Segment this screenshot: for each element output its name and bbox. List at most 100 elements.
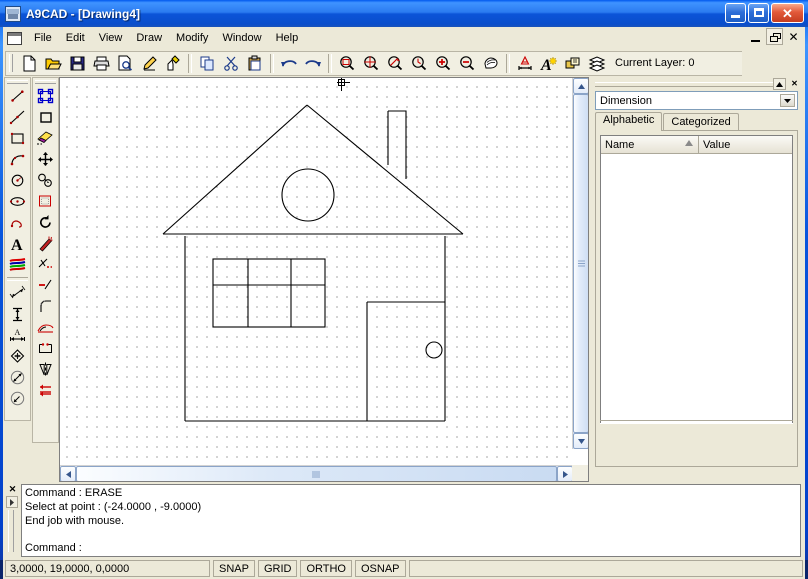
zoom-all-button[interactable]	[359, 52, 383, 75]
tab-categorized[interactable]: Categorized	[663, 113, 738, 131]
mdi-minimize-button[interactable]	[747, 28, 764, 45]
menu-view[interactable]: View	[92, 29, 130, 47]
polyline-button[interactable]	[5, 212, 30, 233]
layer-properties-button[interactable]	[561, 52, 585, 75]
erase-button[interactable]	[33, 107, 58, 128]
scroll-left-button[interactable]	[60, 466, 76, 482]
canvas-horizontal-scrollbar[interactable]	[60, 465, 573, 481]
new-button[interactable]	[17, 52, 41, 75]
menu-help[interactable]: Help	[269, 29, 306, 47]
explode-button[interactable]	[33, 233, 58, 254]
scroll-right-button[interactable]	[557, 466, 573, 482]
layers-button[interactable]	[585, 52, 609, 75]
zoom-window-button[interactable]	[335, 52, 359, 75]
scroll-horizontal-thumb[interactable]	[76, 466, 557, 482]
mdi-document-icon[interactable]	[7, 32, 22, 45]
cut-button[interactable]	[219, 52, 243, 75]
command-input[interactable]: Command :	[21, 540, 801, 557]
command-window-grip[interactable]	[8, 510, 14, 552]
extend-button[interactable]	[33, 275, 58, 296]
menu-file[interactable]: File	[27, 29, 59, 47]
chamfer-button[interactable]	[33, 317, 58, 338]
properties-panel-pin-button[interactable]	[773, 78, 786, 90]
array-button[interactable]	[33, 338, 58, 359]
drawing-canvas-container[interactable]	[59, 77, 589, 482]
scroll-up-button[interactable]	[573, 78, 589, 94]
menu-modify[interactable]: Modify	[169, 29, 215, 47]
mdi-close-button[interactable]: ✕	[785, 28, 802, 45]
scale-button[interactable]	[33, 191, 58, 212]
menu-draw[interactable]: Draw	[129, 29, 169, 47]
dimension-style-button[interactable]	[513, 52, 537, 75]
arc-button[interactable]	[5, 149, 30, 170]
command-window-close-button[interactable]: ✕	[7, 484, 18, 495]
format-painter-button[interactable]	[161, 52, 185, 75]
tab-alphabetic[interactable]: Alphabetic	[595, 112, 662, 131]
move-button[interactable]	[33, 149, 58, 170]
rectangle-button[interactable]	[5, 128, 30, 149]
pen-button[interactable]	[137, 52, 161, 75]
undo-button[interactable]	[277, 52, 301, 75]
window-maximize-button[interactable]	[748, 3, 769, 23]
text-button[interactable]: A	[5, 233, 30, 254]
status-toggle-snap[interactable]: SNAP	[213, 560, 255, 577]
column-header-name[interactable]: Name	[601, 136, 699, 153]
hatch-button[interactable]	[5, 254, 30, 275]
copy-object-button[interactable]	[33, 170, 58, 191]
scroll-vertical-thumb[interactable]	[573, 94, 589, 433]
fillet-button[interactable]	[33, 296, 58, 317]
draw-toolbar-grip[interactable]	[5, 78, 30, 86]
rotate-button[interactable]	[33, 212, 58, 233]
dimension-radius-button[interactable]	[5, 367, 30, 388]
line-button[interactable]	[5, 86, 30, 107]
save-button[interactable]	[65, 52, 89, 75]
properties-grid[interactable]: Name Value	[600, 135, 793, 450]
ellipse-button[interactable]	[5, 191, 30, 212]
pan-button[interactable]	[479, 52, 503, 75]
dimension-angular-button[interactable]	[5, 388, 30, 409]
status-toggle-osnap[interactable]: OSNAP	[355, 560, 406, 577]
construction-line-button[interactable]	[5, 107, 30, 128]
eraser-button[interactable]	[33, 128, 58, 149]
dimension-diameter-button[interactable]	[5, 346, 30, 367]
print-button[interactable]	[89, 52, 113, 75]
column-header-value[interactable]: Value	[699, 136, 792, 153]
scroll-down-button[interactable]	[573, 433, 589, 449]
zoom-in-button[interactable]	[431, 52, 455, 75]
canvas-vertical-scrollbar[interactable]	[572, 78, 588, 449]
toolbar-grip[interactable]	[8, 53, 14, 73]
window-minimize-button[interactable]	[725, 3, 746, 23]
text-style-button[interactable]: A	[537, 52, 561, 75]
menu-edit[interactable]: Edit	[59, 29, 92, 47]
zoom-out-button[interactable]	[455, 52, 479, 75]
redo-button[interactable]	[301, 52, 325, 75]
circle-button[interactable]	[5, 170, 30, 191]
modify-toolbar-grip[interactable]	[33, 78, 58, 86]
status-toggle-ortho[interactable]: ORTHO	[300, 560, 352, 577]
properties-panel-close-button[interactable]: ✕	[788, 78, 801, 90]
print-preview-button[interactable]	[113, 52, 137, 75]
trim-button[interactable]	[33, 254, 58, 275]
open-button[interactable]	[41, 52, 65, 75]
dimension-vertical-button[interactable]	[5, 304, 30, 325]
window-close-button[interactable]: ✕	[771, 3, 804, 23]
properties-panel-grip[interactable]	[595, 82, 773, 87]
menu-window[interactable]: Window	[215, 29, 268, 47]
command-history[interactable]: Command : ERASE Select at point : (-24.0…	[21, 484, 801, 546]
dimension-aligned-button[interactable]	[5, 283, 30, 304]
offset-button[interactable]	[33, 380, 58, 401]
chevron-down-icon[interactable]	[780, 94, 795, 107]
mirror-button[interactable]	[33, 359, 58, 380]
zoom-dynamic-button[interactable]	[383, 52, 407, 75]
command-window-collapse-button[interactable]	[6, 496, 18, 508]
status-coordinates[interactable]: 3,0000, 19,0000, 0,0000	[5, 560, 210, 577]
dimension-horizontal-button[interactable]: A	[5, 325, 30, 346]
copy-button[interactable]	[195, 52, 219, 75]
drawing-canvas[interactable]	[60, 78, 573, 466]
zoom-previous-button[interactable]	[407, 52, 431, 75]
paste-button[interactable]	[243, 52, 267, 75]
mdi-restore-button[interactable]	[766, 28, 783, 45]
select-button[interactable]	[33, 86, 58, 107]
object-type-combobox[interactable]: Dimension	[595, 91, 798, 110]
status-toggle-grid[interactable]: GRID	[258, 560, 298, 577]
